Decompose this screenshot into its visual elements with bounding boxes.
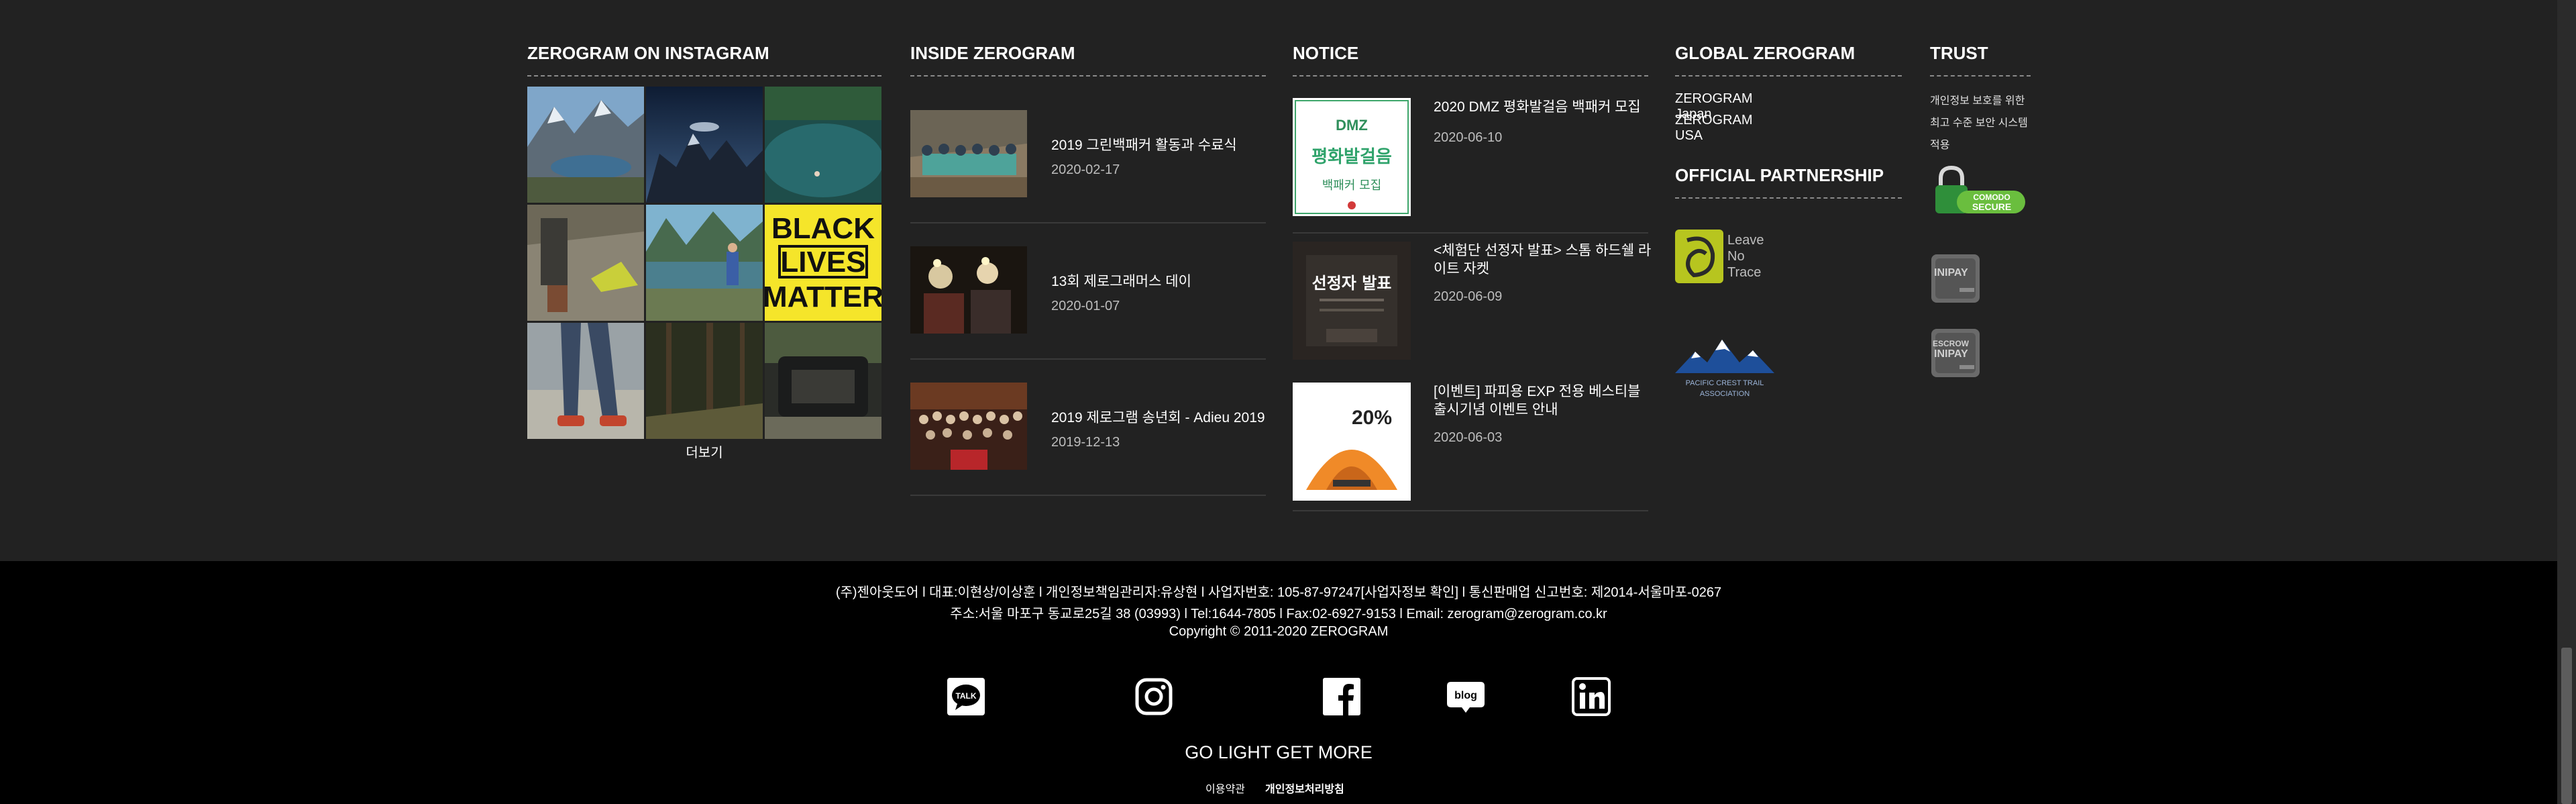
instagram-title: ZEROGRAM ON INSTAGRAM [527,43,769,63]
svg-text:백패커 모집: 백패커 모집 [1322,179,1382,193]
svg-text:DMZ: DMZ [1336,117,1368,134]
kakaotalk-icon[interactable]: TALK [946,676,986,717]
global-title: GLOBAL ZEROGRAM [1675,43,1856,63]
svg-text:No: No [1727,249,1745,264]
svg-text:ASSOCIATION: ASSOCIATION [1700,390,1750,398]
svg-text:SECURE: SECURE [1972,201,2011,212]
instagram-divider [527,75,881,77]
svg-text:COMODO: COMODO [1973,193,2010,202]
instagram-photo-black-lives-matter[interactable]: BLACK LIVES MATTER [765,205,881,321]
partnership-title: OFFICIAL PARTNERSHIP [1675,165,1884,185]
instagram-photo-car-camping[interactable] [765,323,881,439]
page-scrollbar[interactable] [2557,0,2576,804]
notice-item-separator [1293,232,1648,234]
facebook-icon[interactable] [1322,676,1362,717]
svg-text:Leave: Leave [1727,233,1764,248]
svg-text:INIPAY: INIPAY [1934,348,1968,360]
global-link-usa[interactable]: ZEROGRAM USA [1675,113,1753,144]
footer: (주)젠아웃도어 l 대표:이현상/이상훈 l 개인정보책임관리자:유상현 l … [0,561,2557,804]
notice-thumbnail[interactable]: 20% [1293,383,1411,501]
inside-item-separator [910,358,1266,360]
instagram-photo-alpine-lake[interactable] [765,87,881,203]
svg-text:평화발걸음: 평화발걸음 [1311,147,1392,167]
notice-thumbnail[interactable]: 선정자 발표 [1293,242,1411,360]
pacific-crest-trail-logo[interactable]: PACIFIC CREST TRAIL ASSOCIATION [1675,336,1776,400]
svg-text:ESCROW: ESCROW [1933,339,1970,348]
leave-no-trace-logo[interactable]: Leave No Trace [1675,227,1776,289]
company-info: (주)젠아웃도어 l 대표:이현상/이상훈 l 개인정보책임관리자:유상현 l … [835,585,1722,600]
partnership-divider [1675,197,1902,199]
trust-title: TRUST [1930,43,1988,63]
notice-item-date: 2020-06-03 [1434,430,1503,445]
inside-item-separator [910,222,1266,223]
notice-title: NOTICE [1293,43,1359,63]
notice-item-title[interactable]: [이벤트] 파피용 EXP 전용 베스티블 출시기념 이벤트 안내 [1434,383,1652,419]
notice-divider [1293,75,1648,77]
svg-text:PACIFIC CREST TRAIL: PACIFIC CREST TRAIL [1686,379,1764,387]
inside-item[interactable]: 13회 제로그래머스 데이 2020-01-07 [910,246,1266,383]
global-divider [1675,75,1902,77]
privacy-policy-link[interactable]: 개인정보처리방침 [1265,780,1344,796]
notice-thumbnail[interactable]: DMZ 평화발걸음 백패커 모집 [1293,98,1411,216]
blm-line-1: BLACK [771,212,875,245]
linkedin-icon[interactable] [1571,676,1611,717]
instagram-icon[interactable] [1134,676,1174,717]
inside-item-date: 2020-02-17 [1051,162,1120,177]
inside-item-separator [910,495,1266,496]
inside-item[interactable]: 2019 그린백패커 활동과 수료식 2020-02-17 [910,110,1266,246]
inside-divider [910,75,1266,77]
instagram-photo-mountain-lake[interactable] [527,87,644,203]
instagram-photo-forest[interactable] [646,323,763,439]
svg-text:blog: blog [1454,690,1477,701]
svg-text:INIPAY: INIPAY [1934,267,1968,279]
instagram-photo-night-sky[interactable] [646,87,763,203]
inside-title: INSIDE ZEROGRAM [910,43,1075,63]
escrow-inipay-badge[interactable]: ESCROW INIPAY [1930,328,1981,379]
scrollbar-thumb[interactable] [2561,648,2572,804]
inside-item-date: 2019-12-13 [1051,435,1120,450]
instagram-photo-hiker-lake[interactable] [646,205,763,321]
copyright: Copyright © 2011-2020 ZEROGRAM [1169,624,1389,639]
notice-item-title[interactable]: 2020 DMZ 평화발걸음 백패커 모집 [1434,98,1652,116]
terms-link[interactable]: 이용약관 [1205,780,1245,796]
inipay-badge[interactable]: INIPAY [1930,253,1981,304]
inside-thumbnail[interactable] [910,246,1027,334]
svg-text:TALK: TALK [955,691,976,701]
trust-divider [1930,75,2031,77]
instagram-more-link[interactable]: 더보기 [671,442,738,461]
inside-item[interactable]: 2019 제로그램 송년회 - Adieu 2019 2019-12-13 [910,383,1266,519]
slogan: GO LIGHT GET MORE [1185,742,1373,762]
blog-icon[interactable]: blog [1446,676,1486,717]
notice-item-date: 2020-06-09 [1434,289,1503,304]
instagram-photo-hiking-legs[interactable] [527,323,644,439]
inside-thumbnail[interactable] [910,110,1027,197]
trust-description: 개인정보 보호를 위한 최고 수준 보안 시스템 적용 [1930,95,2028,151]
notice-item-date: 2020-06-10 [1434,130,1503,145]
comodo-secure-badge[interactable]: COMODO SECURE [1930,164,2028,219]
notice-thumb-label: 선정자 발표 [1312,274,1392,293]
instagram-grid: BLACK LIVES MATTER [527,87,881,439]
blm-line-3: MATTER [765,281,881,313]
inside-item-title[interactable]: 2019 제로그램 송년회 - Adieu 2019 [1051,407,1265,427]
blm-line-2: LIVES [780,246,865,279]
address-info: 주소:서울 마포구 동교로25길 38 (03993) l Tel:1644-7… [950,607,1607,621]
notice-thumb-label: 20% [1352,407,1392,429]
svg-text:Trace: Trace [1727,265,1761,280]
inside-item-title[interactable]: 13회 제로그래머스 데이 [1051,270,1191,291]
notice-item-title[interactable]: <체험단 선정자 발표> 스톰 하드쉘 라이트 자켓 [1434,242,1652,278]
inside-item-date: 2020-01-07 [1051,299,1120,313]
inside-thumbnail[interactable] [910,383,1027,470]
instagram-photo-tent[interactable] [527,205,644,321]
notice-item-separator [1293,510,1648,511]
inside-item-title[interactable]: 2019 그린백패커 활동과 수료식 [1051,134,1237,154]
